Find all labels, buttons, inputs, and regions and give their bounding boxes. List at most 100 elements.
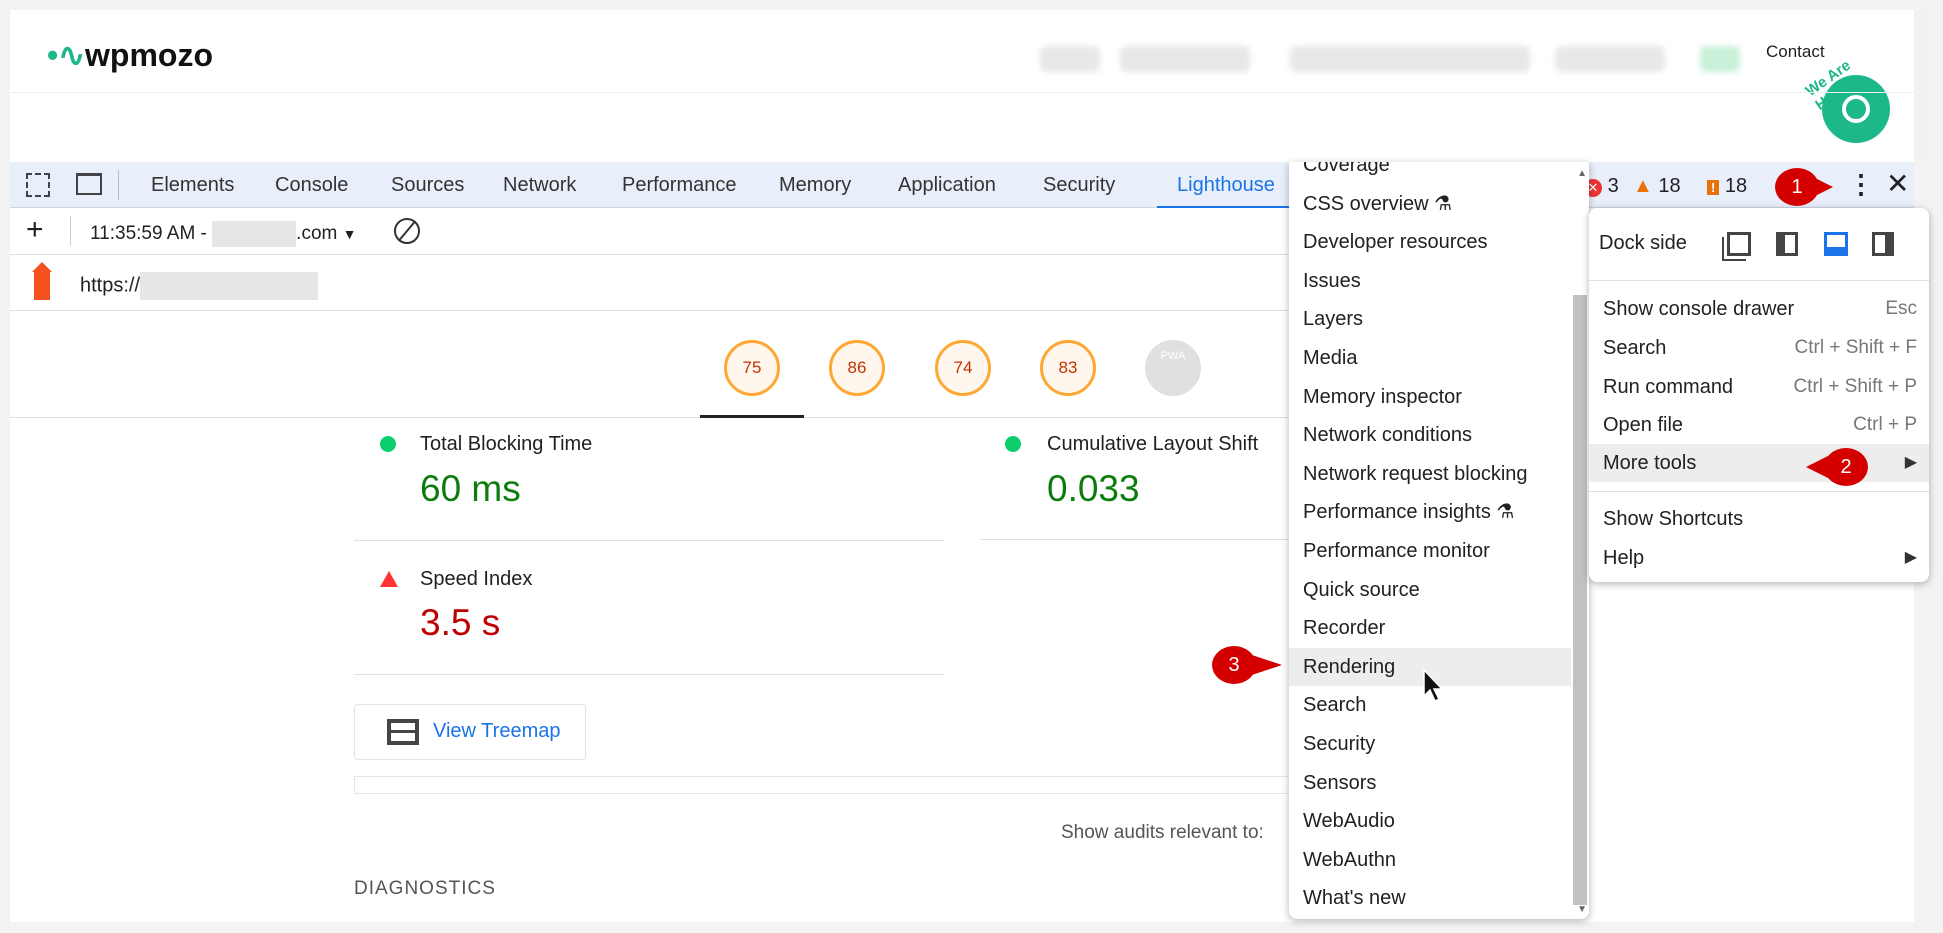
tab-memory[interactable]: Memory (779, 162, 851, 208)
submenu-item-network-request-blocking[interactable]: Network request blocking (1289, 455, 1571, 493)
nav-blurred[interactable] (1555, 46, 1665, 72)
submenu-item-memory-inspector[interactable]: Memory inspector (1289, 378, 1571, 416)
fail-icon (380, 571, 398, 587)
devtools-tabbar: Elements Console Sources Network Perform… (10, 162, 1914, 208)
report-time: 11:35:59 AM - (90, 223, 213, 245)
tab-sources[interactable]: Sources (391, 162, 464, 208)
menu-run-command[interactable]: Run command Ctrl + Shift + P (1589, 368, 1929, 406)
dock-right-icon[interactable] (1872, 232, 1894, 256)
close-icon[interactable]: ✕ (1886, 168, 1909, 200)
submenu-item-sensors[interactable]: Sensors (1289, 764, 1571, 802)
menu-label: Performance insights (1303, 501, 1491, 524)
submenu-item-webaudio[interactable]: WebAudio (1289, 802, 1571, 840)
score-pwa[interactable]: PWA (1145, 340, 1201, 396)
menu-shortcut: Ctrl + Shift + F (1794, 337, 1917, 358)
mouse-cursor-icon (1423, 668, 1444, 703)
new-report-icon[interactable]: + (26, 214, 44, 246)
submenu-item-developer-resources[interactable]: Developer resources (1289, 223, 1571, 261)
menu-label: Show Shortcuts (1603, 508, 1744, 530)
submenu-item-coverage[interactable]: Coverage (1289, 162, 1571, 184)
divider (70, 216, 71, 246)
diagnostics-heading: DIAGNOSTICS (354, 878, 496, 899)
page-scrollbar[interactable] (1914, 10, 1929, 160)
warning-count[interactable]: ▲ 18 (1633, 173, 1681, 199)
dock-undock-icon[interactable] (1727, 232, 1751, 256)
report-url[interactable]: https:// (80, 272, 319, 300)
error-count[interactable]: ✕ 3 (1584, 173, 1619, 199)
menu-help[interactable]: Help ▶ (1589, 539, 1929, 577)
menu-label: Issues (1303, 269, 1361, 292)
submenu-item-network-conditions[interactable]: Network conditions (1289, 416, 1571, 454)
menu-open-file[interactable]: Open file Ctrl + P (1589, 406, 1929, 444)
menu-shortcut: Esc (1885, 298, 1917, 319)
chat-button[interactable] (1822, 75, 1890, 143)
menu-label: Media (1303, 347, 1358, 369)
submenu-item-recorder[interactable]: Recorder (1289, 609, 1571, 647)
menu-label: Coverage (1303, 162, 1390, 176)
chat-bubble-icon (1842, 95, 1870, 123)
tab-network[interactable]: Network (503, 162, 576, 208)
scroll-up-icon[interactable]: ▲ (1577, 168, 1587, 179)
menu-label: Security (1303, 733, 1376, 755)
score-performance[interactable]: 75 (724, 340, 780, 396)
device-toolbar-icon[interactable] (76, 173, 102, 195)
nav-blurred[interactable] (1290, 46, 1530, 72)
submenu-item-quick-source[interactable]: Quick source (1289, 571, 1571, 609)
redacted (140, 272, 319, 300)
nav-contact[interactable]: Contact (1766, 42, 1825, 62)
metric-value: 0.033 (1047, 468, 1140, 509)
dock-side-label: Dock side (1599, 232, 1687, 254)
tab-lighthouse[interactable]: Lighthouse (1157, 162, 1295, 208)
score-seo[interactable]: 83 (1040, 340, 1096, 396)
pass-icon (1005, 436, 1021, 452)
tab-console[interactable]: Console (275, 162, 348, 208)
submenu-item-performance-monitor[interactable]: Performance monitor (1289, 532, 1571, 570)
treemap-icon (387, 719, 419, 745)
score-accessibility[interactable]: 86 (829, 340, 885, 396)
nav-blurred[interactable] (1700, 46, 1740, 72)
issue-count[interactable]: ! 18 (1707, 173, 1747, 201)
menu-more-tools[interactable]: More tools ▶ (1589, 444, 1929, 482)
divider (980, 539, 1290, 540)
site-logo[interactable]: •∿wpmozo (47, 36, 213, 74)
nav-blurred[interactable] (1040, 46, 1100, 72)
menu-shortcut: Ctrl + P (1853, 414, 1917, 435)
scroll-down-icon[interactable]: ▼ (1577, 904, 1587, 915)
inspect-element-icon[interactable] (26, 173, 50, 197)
score-best-practices[interactable]: 74 (935, 340, 991, 396)
lighthouse-icon (32, 262, 52, 272)
tab-performance[interactable]: Performance (622, 162, 737, 208)
menu-search[interactable]: Search Ctrl + Shift + F (1589, 329, 1929, 367)
dock-bottom-icon[interactable] (1824, 232, 1848, 256)
tab-elements[interactable]: Elements (151, 162, 234, 208)
nav-blurred[interactable] (1120, 46, 1250, 72)
menu-show-shortcuts[interactable]: Show Shortcuts (1589, 500, 1929, 538)
submenu-item-what-s-new[interactable]: What's new (1289, 879, 1571, 917)
menu-label: Quick source (1303, 578, 1420, 601)
report-select[interactable]: 11:35:59 AM - .com ▼ (90, 221, 357, 247)
metric-label: Speed Index (420, 568, 533, 590)
menu-label: Search (1603, 337, 1667, 359)
tab-application[interactable]: Application (898, 162, 996, 208)
view-treemap-button[interactable]: View Treemap (354, 704, 586, 760)
submenu-item-css-overview[interactable]: CSS overview ⚗ (1289, 185, 1571, 223)
clear-icon[interactable] (394, 218, 420, 244)
metric-value: 60 ms (420, 468, 521, 509)
tab-security[interactable]: Security (1043, 162, 1115, 208)
dock-left-icon[interactable] (1776, 232, 1798, 256)
menu-show-console-drawer[interactable]: Show console drawer Esc (1589, 290, 1929, 328)
callout-number: 3 (1212, 646, 1256, 684)
submenu-scrollbar[interactable] (1573, 295, 1587, 905)
devtools-main-menu: Dock side Show console drawer Esc Search C… (1589, 208, 1929, 582)
dropdown-arrow-icon: ▼ (342, 226, 357, 243)
submenu-item-performance-insights[interactable]: Performance insights ⚗ (1289, 493, 1571, 531)
divider (1589, 280, 1929, 281)
submenu-item-security[interactable]: Security (1289, 725, 1571, 763)
divider (10, 92, 1914, 93)
kebab-menu-icon[interactable]: ⋮ (1848, 168, 1874, 200)
lighthouse-icon-body (34, 272, 50, 300)
submenu-item-media[interactable]: Media (1289, 339, 1571, 377)
submenu-item-issues[interactable]: Issues (1289, 262, 1571, 300)
submenu-item-layers[interactable]: Layers (1289, 300, 1571, 338)
submenu-item-webauthn[interactable]: WebAuthn (1289, 841, 1571, 879)
